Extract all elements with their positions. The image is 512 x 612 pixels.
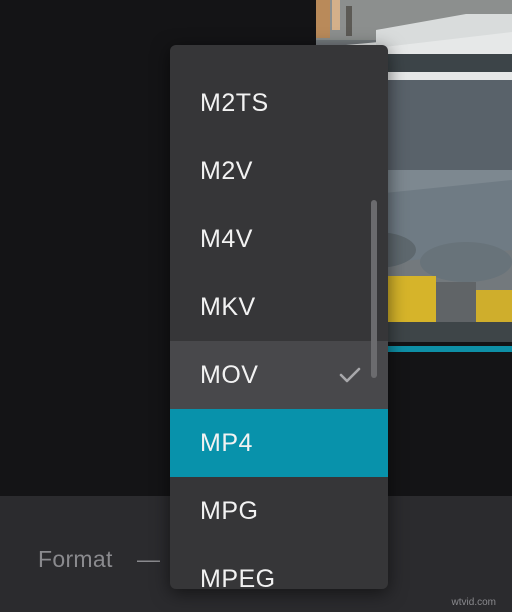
- dropdown-scrollbar[interactable]: [371, 200, 377, 378]
- option-label: MP4: [200, 428, 253, 457]
- option-label: M2TS: [200, 88, 269, 117]
- option-label: MPEG: [200, 564, 276, 590]
- option-mkv[interactable]: MKV: [170, 273, 388, 341]
- option-m2v[interactable]: M2V: [170, 137, 388, 205]
- option-m2ts[interactable]: M2TS: [170, 69, 388, 137]
- format-label: Format: [38, 546, 113, 572]
- option-mpg[interactable]: MPG: [170, 477, 388, 545]
- checkmark-icon: [339, 367, 361, 383]
- watermark: wtvid.com: [451, 597, 496, 608]
- option-m4v[interactable]: M4V: [170, 205, 388, 273]
- option-label: MKV: [200, 292, 256, 321]
- format-dash: —: [137, 546, 160, 572]
- option-label: M2V: [200, 156, 253, 185]
- option-mov[interactable]: MOV: [170, 341, 388, 409]
- app-window: Format — M2TS M2V M4V MKV MOV MP4 MPG MP…: [0, 0, 512, 612]
- option-mpeg[interactable]: MPEG: [170, 545, 388, 590]
- option-label: MOV: [200, 360, 259, 389]
- option-label: MPG: [200, 496, 259, 525]
- option-label: M4V: [200, 224, 253, 253]
- format-dropdown-menu[interactable]: M2TS M2V M4V MKV MOV MP4 MPG MPEG: [170, 45, 388, 589]
- option-mp4[interactable]: MP4: [170, 409, 388, 477]
